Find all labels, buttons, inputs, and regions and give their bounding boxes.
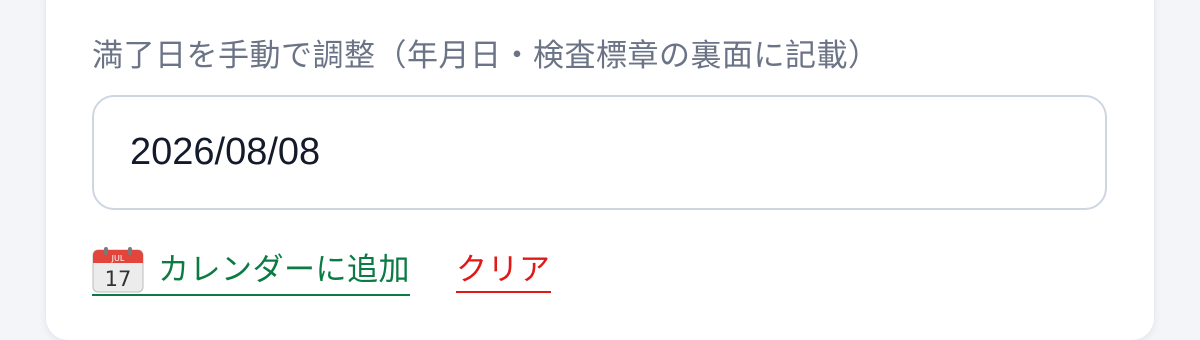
- clear-link[interactable]: クリア: [456, 250, 551, 293]
- expiry-date-input[interactable]: [92, 95, 1107, 210]
- add-to-calendar-label: カレンダーに追加: [158, 251, 410, 288]
- calendar-icon-month: JUL: [111, 254, 125, 263]
- expiry-date-label: 満了日を手動で調整（年月日・検査標章の裏面に記載）: [92, 38, 880, 74]
- calendar-icon: JUL 17: [92, 246, 144, 292]
- date-actions: JUL 17 カレンダーに追加 クリア: [92, 246, 551, 296]
- add-to-calendar-link[interactable]: JUL 17 カレンダーに追加: [92, 246, 410, 296]
- calendar-icon-day: 17: [105, 267, 132, 291]
